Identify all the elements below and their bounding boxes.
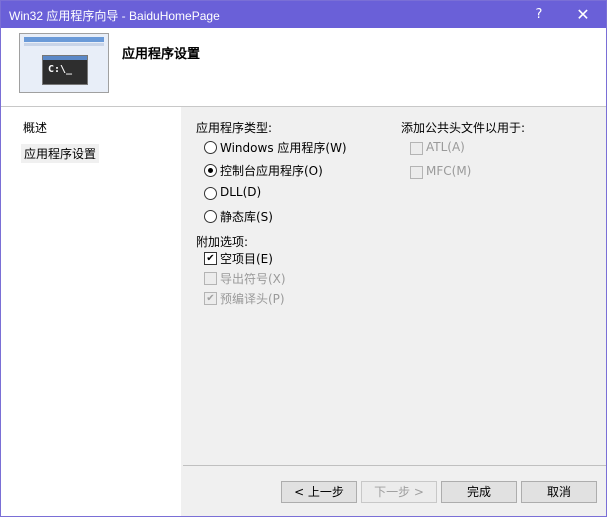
wizard-sidebar: 概述 应用程序设置 — [1, 107, 181, 516]
app-type-heading: 应用程序类型: — [196, 121, 273, 135]
option-export-symbols-label: 导出符号(X) — [220, 272, 286, 286]
title-bar: Win32 应用程序向导 - BaiduHomePage ? ✕ — [1, 1, 606, 28]
option-empty-project-label[interactable]: 空项目(E) — [220, 250, 273, 267]
radio-dll[interactable] — [204, 187, 217, 200]
preview-console-titlebar — [43, 56, 87, 60]
checkbox-precompiled-header[interactable]: ✔ — [204, 292, 217, 305]
radio-static-lib[interactable] — [204, 210, 217, 223]
option-mfc-label: MFC(M) — [426, 164, 472, 178]
next-button[interactable]: 下一步 > — [361, 481, 437, 503]
page-title: 应用程序设置 — [122, 47, 201, 62]
additional-options-heading: 附加选项: — [196, 235, 249, 249]
common-headers-heading: 添加公共头文件以用于: — [401, 121, 526, 135]
preview-titlebar — [24, 37, 104, 42]
option-windows-app-label[interactable]: Windows 应用程序(W) — [220, 139, 347, 156]
button-separator — [183, 465, 606, 466]
radio-console-app[interactable] — [204, 164, 217, 177]
sidebar-item-overview[interactable]: 概述 — [23, 119, 47, 136]
checkbox-empty-project[interactable]: ✔ — [204, 252, 217, 265]
preview-menubar — [24, 43, 104, 46]
checkbox-mfc[interactable] — [410, 166, 423, 179]
option-static-lib-label[interactable]: 静态库(S) — [220, 208, 273, 225]
option-dll-label[interactable]: DLL(D) — [220, 185, 261, 199]
option-precompiled-header-label: 预编译头(P) — [220, 292, 285, 306]
cancel-button[interactable]: 取消 — [521, 481, 597, 503]
radio-windows-app[interactable] — [204, 141, 217, 154]
radio-selected-dot — [208, 168, 213, 173]
checkbox-atl[interactable] — [410, 142, 423, 155]
option-atl-label: ATL(A) — [426, 140, 465, 154]
settings-panel: 应用程序类型: Windows 应用程序(W) 控制台应用程序(O) DLL(D… — [183, 107, 606, 516]
help-button[interactable]: ? — [517, 1, 561, 28]
wizard-header: C:\_ 应用程序设置 — [1, 28, 606, 107]
console-app-icon: C:\_ — [19, 33, 109, 93]
window-title: Win32 应用程序向导 - BaiduHomePage — [9, 9, 220, 23]
check-mark-icon: ✔ — [206, 253, 215, 264]
previous-button[interactable]: < 上一步 — [281, 481, 357, 503]
close-button[interactable]: ✕ — [561, 1, 605, 28]
console-prompt-text: C:\_ — [48, 64, 73, 75]
option-console-app-label[interactable]: 控制台应用程序(O) — [220, 162, 323, 179]
preview-console: C:\_ — [42, 55, 88, 85]
wizard-window: Win32 应用程序向导 - BaiduHomePage ? ✕ C:\_ 应用… — [0, 0, 607, 517]
check-mark-icon: ✔ — [206, 293, 215, 304]
checkbox-export-symbols[interactable] — [204, 272, 217, 285]
sidebar-item-app-settings[interactable]: 应用程序设置 — [21, 144, 100, 163]
finish-button[interactable]: 完成 — [441, 481, 517, 503]
